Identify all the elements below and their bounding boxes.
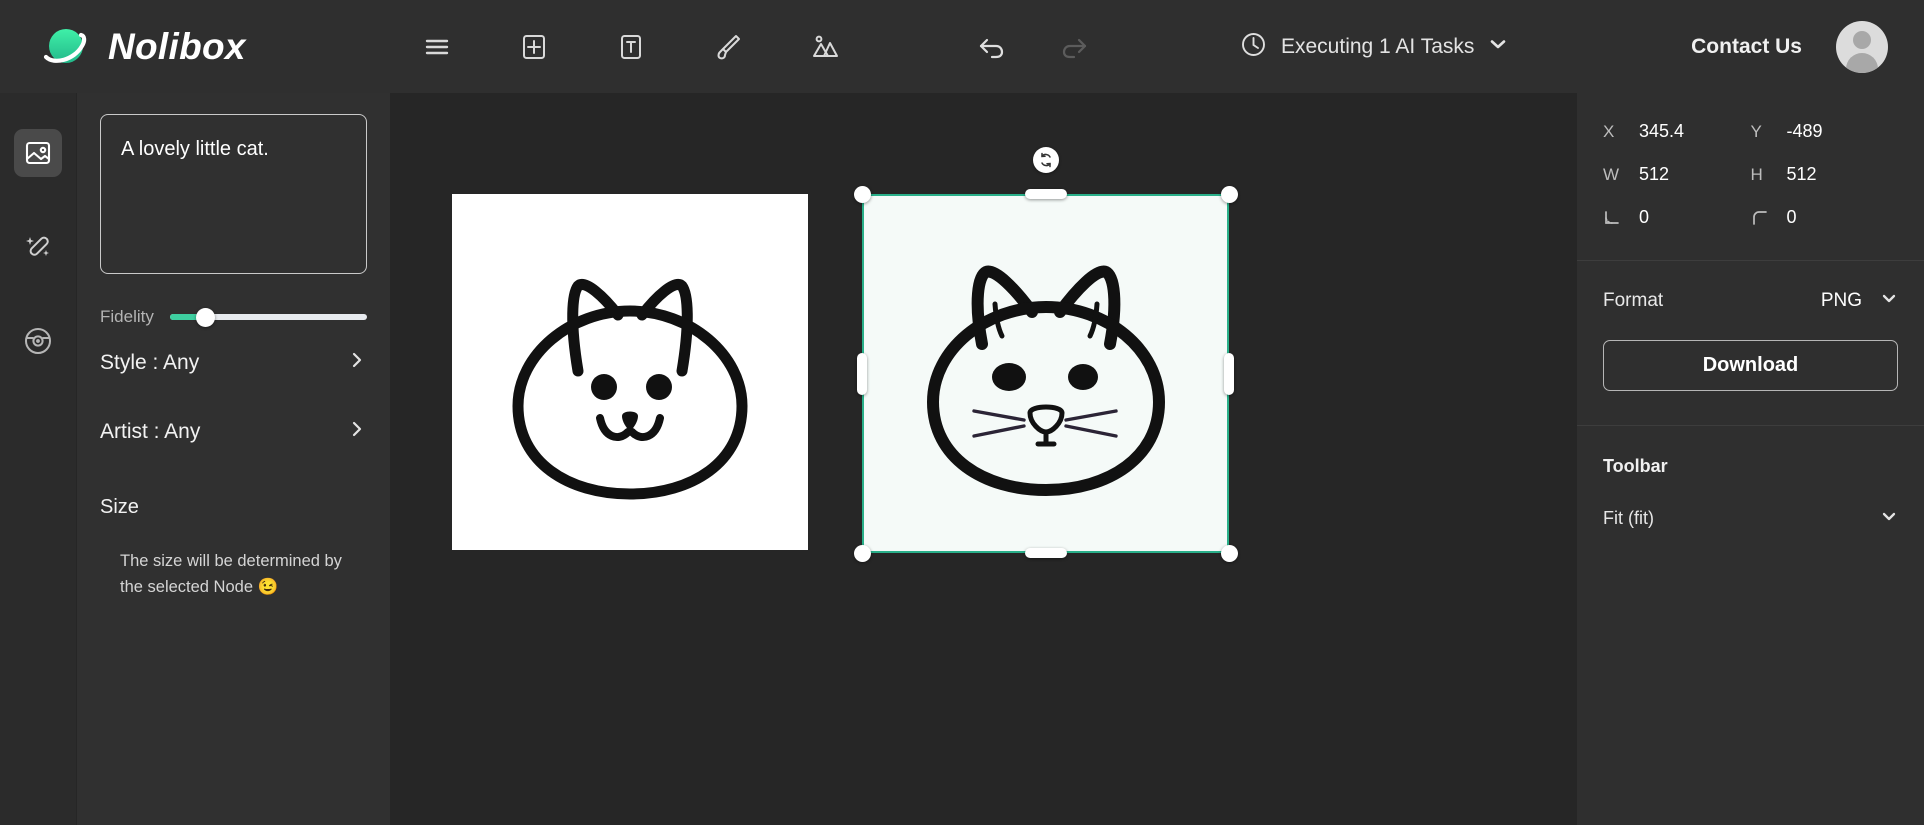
transform-properties: X 345.4 Y -489 W 512 H 512 0 0 (1577, 93, 1924, 254)
toolbar-section: Toolbar Fit (fit) (1577, 456, 1924, 530)
artist-option-row[interactable]: Artist : Any (100, 397, 367, 466)
chevron-right-icon (347, 419, 367, 444)
rotate-icon[interactable] (1032, 147, 1059, 173)
rotation-value[interactable]: 0 (1639, 207, 1649, 228)
height-value[interactable]: 512 (1787, 164, 1817, 185)
resize-handle-bottom-right[interactable] (1220, 544, 1238, 562)
format-row: Format PNG (1577, 261, 1924, 312)
planet-logo-icon (40, 20, 94, 74)
sidebar-item-models[interactable] (14, 317, 62, 365)
slider-thumb[interactable] (196, 307, 216, 327)
resize-handle-left[interactable] (857, 352, 867, 395)
rotation-angle-icon (1603, 209, 1623, 227)
format-select[interactable]: PNG (1821, 289, 1898, 312)
header-right: Contact Us (1691, 20, 1924, 73)
cat-drawing-simple[interactable] (452, 194, 808, 550)
generation-panel: A lovely little cat. Fidelity Style : An… (77, 93, 390, 825)
fit-mode-select[interactable]: Fit (fit) (1603, 507, 1898, 530)
header-toolbar (416, 26, 846, 68)
height-row[interactable]: H 512 (1751, 164, 1899, 185)
corner-radius-row[interactable]: 0 (1751, 207, 1899, 228)
left-rail (0, 93, 77, 825)
fidelity-slider[interactable] (169, 306, 367, 328)
resize-handle-top[interactable] (1024, 189, 1067, 199)
y-value[interactable]: -489 (1787, 121, 1823, 142)
width-value[interactable]: 512 (1639, 164, 1669, 185)
format-label: Format (1603, 289, 1664, 311)
clock-icon (1240, 31, 1267, 63)
resize-handle-top-right[interactable] (1220, 185, 1238, 203)
x-label: X (1603, 121, 1615, 141)
resize-handle-right[interactable] (1224, 352, 1234, 395)
toolbar-heading: Toolbar (1603, 456, 1668, 476)
fidelity-control: Fidelity (100, 306, 367, 328)
brand[interactable]: Nolibox (0, 20, 360, 74)
contact-us-button[interactable]: Contact Us (1691, 35, 1802, 59)
ai-task-status[interactable]: Executing 1 AI Tasks (1240, 31, 1508, 63)
style-option-row[interactable]: Style : Any (100, 328, 367, 397)
properties-panel: X 345.4 Y -489 W 512 H 512 0 0 Format PN… (1576, 93, 1924, 825)
artist-option-label: Artist : Any (100, 419, 201, 443)
canvas-area[interactable] (390, 93, 1576, 825)
fidelity-label: Fidelity (100, 307, 154, 326)
chevron-down-icon[interactable] (1488, 34, 1508, 59)
main-body: A lovely little cat. Fidelity Style : An… (0, 93, 1924, 825)
brush-icon[interactable] (707, 26, 749, 68)
x-position-row[interactable]: X 345.4 (1603, 121, 1751, 142)
resize-handle-top-left[interactable] (853, 185, 871, 203)
x-value[interactable]: 345.4 (1639, 121, 1684, 142)
rotation-row[interactable]: 0 (1603, 207, 1751, 228)
width-label: W (1603, 164, 1620, 184)
chevron-down-icon (1880, 507, 1898, 530)
chevron-down-icon (1880, 289, 1898, 312)
add-square-icon[interactable] (513, 26, 555, 68)
selection-border (862, 194, 1229, 553)
sidebar-item-magic-tools[interactable] (14, 223, 62, 271)
redo-arrow-icon[interactable] (1053, 26, 1095, 68)
text-square-icon[interactable] (610, 26, 652, 68)
width-row[interactable]: W 512 (1603, 164, 1751, 185)
sidebar-item-generate-image[interactable] (14, 129, 62, 177)
undo-arrow-icon[interactable] (971, 26, 1013, 68)
y-label: Y (1750, 121, 1762, 141)
top-header: Nolibox Executing 1 AI Tasks Contact Us (0, 0, 1924, 93)
chevron-right-icon (347, 350, 367, 375)
app-root: Nolibox Executing 1 AI Tasks Contact Us … (0, 0, 1924, 825)
resize-handle-bottom-left[interactable] (853, 544, 871, 562)
height-label: H (1750, 164, 1763, 184)
status-text: Executing 1 AI Tasks (1281, 34, 1475, 58)
fit-mode-value: Fit (fit) (1603, 508, 1654, 528)
history-controls (971, 26, 1095, 68)
corner-radius-value[interactable]: 0 (1787, 207, 1797, 228)
y-position-row[interactable]: Y -489 (1751, 121, 1899, 142)
download-button[interactable]: Download (1603, 340, 1898, 391)
resize-handle-bottom[interactable] (1024, 548, 1067, 558)
style-option-label: Style : Any (100, 350, 200, 374)
size-heading: Size (100, 496, 139, 518)
image-mountain-icon[interactable] (804, 26, 846, 68)
prompt-input[interactable]: A lovely little cat. (100, 114, 367, 274)
selection-frame (853, 147, 1238, 562)
toolbar-divider (1577, 425, 1924, 426)
user-avatar-icon[interactable] (1836, 20, 1888, 73)
size-note: The size will be determined by the selec… (120, 552, 342, 596)
brand-name: Nolibox (108, 25, 246, 67)
corner-radius-icon (1751, 209, 1771, 227)
hamburger-menu-icon[interactable] (416, 26, 458, 68)
format-value: PNG (1820, 289, 1862, 311)
